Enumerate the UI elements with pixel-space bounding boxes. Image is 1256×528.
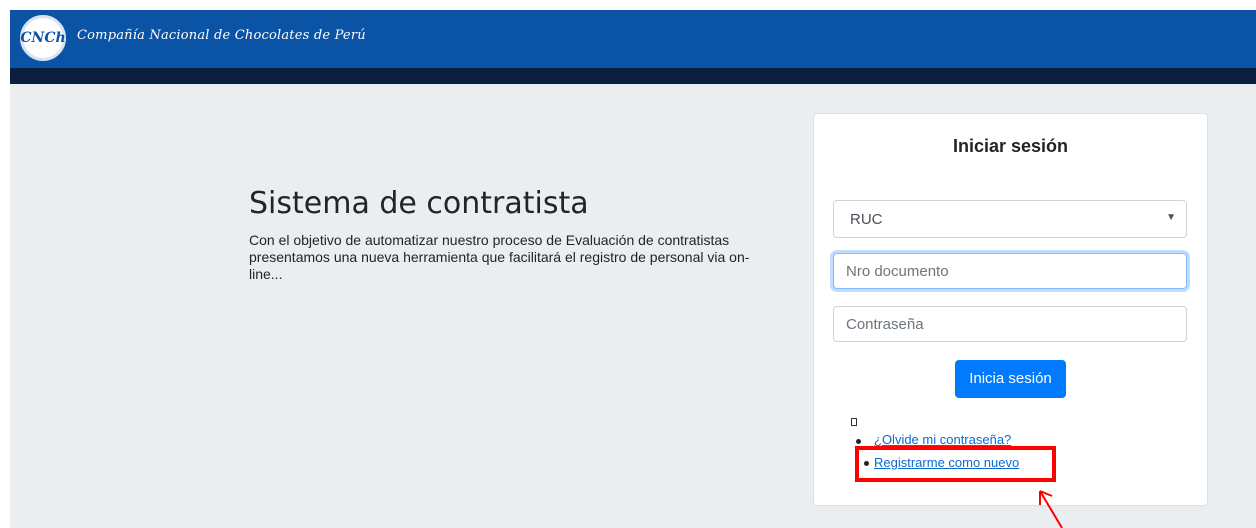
chevron-down-icon: ▼ [1166, 212, 1176, 223]
login-title: Iniciar sesión [952, 136, 1069, 156]
page-description: Con el objetivo de automatizar nuestro p… [249, 232, 750, 282]
document-number-input[interactable]: Nro documento [833, 253, 1187, 289]
annotation-highlight-box [855, 446, 1056, 482]
left-margin [0, 0, 10, 528]
document-type-value: RUC [850, 211, 883, 228]
annotation-arrow-icon [1039, 490, 1063, 528]
document-type-select[interactable]: RUC ▼ [833, 200, 1187, 238]
logo-text: CNCh [20, 30, 66, 46]
company-logo[interactable]: CNCh [20, 15, 66, 61]
document-number-placeholder: Nro documento [846, 263, 949, 280]
list-bullet [856, 439, 861, 444]
company-name: Compañía Nacional de Chocolates de Perú [77, 28, 366, 43]
page-title: Sistema de contratista [249, 186, 589, 221]
top-margin [0, 0, 1256, 10]
password-input[interactable]: Contraseña [833, 306, 1187, 342]
broken-image-icon [851, 418, 857, 426]
header-bottom-bar [10, 68, 1256, 84]
forgot-password-link[interactable]: ¿Olvide mi contraseña? [874, 432, 1011, 447]
password-placeholder: Contraseña [846, 316, 924, 333]
login-button[interactable]: Inicia sesión [955, 360, 1066, 398]
